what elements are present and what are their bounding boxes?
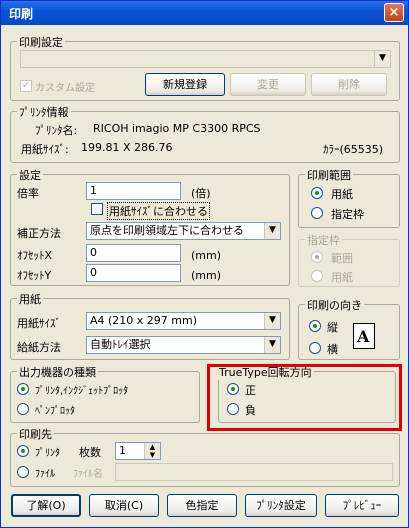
printer-settings-button[interactable]: ﾌﾟﾘﾝﾀ設定 [245, 494, 317, 517]
settings-label: 設定 [17, 167, 43, 183]
offset-y-label: ｵﾌｾｯﾄY [17, 269, 52, 282]
frame-group: 指定枠 範囲 用紙 [298, 232, 400, 287]
paper-size-select-label: 用紙ｻｲｽﾞ [17, 317, 61, 330]
ok-button[interactable]: 了解(O) [11, 494, 81, 517]
printer-info-label: ﾌﾟﾘﾝﾀ情報 [17, 104, 71, 120]
chevron-down-icon[interactable]: ▼ [264, 223, 280, 239]
color-button[interactable]: 色指定 [167, 494, 237, 517]
output-device-group: 出力機器の種類 ﾌﾟﾘﾝﾀ,ｲﾝｸｼﾞｪｯﾄﾌﾟﾛｯﾀ ﾍﾟﾝﾌﾟﾛｯﾀ [10, 364, 200, 423]
offset-y-input[interactable]: 0 [86, 264, 181, 282]
filename-label: ﾌｧｲﾙ名 [73, 469, 103, 480]
range-frame-radio[interactable] [311, 207, 323, 219]
pen-plotter-radio[interactable] [17, 403, 29, 415]
chevron-down-icon[interactable]: ▼ [264, 337, 280, 353]
paper-group: 用紙 用紙ｻｲｽﾞ A4 (210 x 297 mm) ▼ 給紙方法 自動ﾄﾚｲ… [10, 291, 290, 360]
frame-range-label: 範囲 [331, 252, 353, 265]
dest-printer-label: ﾌﾟﾘﾝﾀ [35, 448, 60, 459]
printer-name: RICOH imagio MP C3300 RPCS [93, 122, 261, 135]
offset-x-unit: (mm) [191, 249, 222, 262]
output-device-label: 出力機器の種類 [17, 364, 98, 380]
paper-feed-label: 給紙方法 [17, 341, 61, 354]
scale-label: 倍率 [17, 187, 39, 200]
print-settings-label: 印刷設定 [17, 34, 65, 50]
print-range-label: 印刷範囲 [305, 167, 353, 183]
close-icon[interactable]: × [384, 3, 404, 22]
fit-paper-label: 用紙ｻｲｽﾞに合わせる [107, 202, 210, 220]
delete-button[interactable]: 削除 [311, 73, 387, 96]
page-orientation-icon: A [353, 323, 375, 349]
scale-input[interactable]: 1 [86, 182, 181, 200]
portrait-radio[interactable] [309, 320, 321, 332]
portrait-label: 縦 [327, 321, 338, 334]
frame-range-radio[interactable] [311, 251, 323, 263]
copies-value: 1 [119, 444, 126, 457]
print-range-group: 印刷範囲 用紙 指定枠 [298, 167, 400, 228]
dest-file-radio[interactable] [17, 466, 29, 478]
frame-paper-label: 用紙 [331, 271, 353, 284]
copies-label: 枚数 [79, 446, 101, 459]
print-settings-group: 印刷設定 ▼ ✓ カスタム設定 新規登録 変更 削除 [10, 34, 400, 101]
offset-x-label: ｵﾌｾｯﾄX [17, 249, 53, 262]
change-button[interactable]: 変更 [230, 73, 306, 96]
landscape-label: 横 [327, 343, 338, 356]
pen-plotter-label: ﾍﾟﾝﾌﾟﾛｯﾀ [35, 406, 75, 417]
dest-file-label: ﾌｧｲﾙ [35, 469, 55, 480]
paper-size: 199.81 X 286.76 [81, 141, 173, 154]
frame-label: 指定枠 [305, 232, 342, 248]
paper-size-label: 用紙ｻｲｽﾞ: [21, 143, 69, 156]
correction-select[interactable]: 原点を印刷領域左下に合わせる ▼ [86, 222, 281, 240]
print-dialog: 印刷 × 印刷設定 ▼ ✓ カスタム設定 新規登録 変更 削除 ﾌﾟﾘﾝﾀ情報 … [0, 0, 409, 528]
paper-feed-select[interactable]: 自動ﾄﾚｲ選択 ▼ [86, 336, 281, 354]
correction-label: 補正方法 [17, 227, 61, 240]
inkjet-label: ﾌﾟﾘﾝﾀ,ｲﾝｸｼﾞｪｯﾄﾌﾟﾛｯﾀ [35, 386, 129, 397]
orientation-label: 印刷の向き [305, 297, 364, 313]
paper-group-label: 用紙 [17, 291, 43, 307]
copies-input[interactable]: 1 ▲ ▼ [115, 442, 161, 460]
printer-info-group: ﾌﾟﾘﾝﾀ情報 ﾌﾟﾘﾝﾀ名: RICOH imagio MP C3300 RP… [10, 104, 400, 163]
custom-settings-label: カスタム設定 [35, 83, 95, 94]
fit-paper-checkbox[interactable] [91, 203, 103, 215]
cancel-button[interactable]: 取消(C) [89, 494, 159, 517]
highlight-box [207, 364, 402, 431]
orientation-group: 印刷の向き 縦 横 A [298, 297, 400, 360]
destination-label: 印刷先 [17, 426, 54, 442]
landscape-radio[interactable] [309, 342, 321, 354]
paper-size-select[interactable]: A4 (210 x 297 mm) ▼ [86, 312, 281, 330]
offset-x-input[interactable]: 0 [86, 244, 181, 262]
destination-group: 印刷先 ﾌﾟﾘﾝﾀ 枚数 1 ▲ ▼ ﾌｧｲﾙ ﾌｧｲﾙ名 [10, 426, 400, 487]
title-bar[interactable]: 印刷 × [1, 1, 408, 25]
printer-name-label: ﾌﾟﾘﾝﾀ名: [35, 124, 78, 137]
custom-settings-checkbox[interactable]: ✓ [20, 80, 32, 92]
color-info: ｶﾗｰ(65535) [323, 143, 384, 156]
window-title: 印刷 [9, 7, 34, 21]
chevron-down-icon[interactable]: ▼ [264, 313, 280, 329]
preview-button[interactable]: ﾌﾟﾚﾋﾞｭｰ [325, 494, 399, 517]
spinner-icon[interactable]: ▲ ▼ [144, 443, 160, 459]
print-settings-select[interactable]: ▼ [20, 50, 391, 68]
scale-unit: (倍) [191, 187, 211, 200]
filename-input[interactable] [115, 463, 393, 481]
paper-size-value: A4 (210 x 297 mm) [90, 314, 198, 327]
range-frame-label: 指定枠 [331, 208, 364, 221]
range-paper-label: 用紙 [331, 188, 353, 201]
dest-printer-radio[interactable] [17, 445, 29, 457]
chevron-down-icon[interactable]: ▼ [374, 51, 390, 67]
correction-value: 原点を印刷領域左下に合わせる [90, 224, 244, 237]
offset-y-unit: (mm) [191, 269, 222, 282]
paper-feed-value: 自動ﾄﾚｲ選択 [90, 338, 151, 351]
register-button[interactable]: 新規登録 [145, 73, 225, 96]
settings-group: 設定 倍率 1 (倍) 用紙ｻｲｽﾞに合わせる 補正方法 原点を印刷領域左下に合… [10, 167, 290, 286]
frame-paper-radio[interactable] [311, 270, 323, 282]
inkjet-radio[interactable] [17, 383, 29, 395]
range-paper-radio[interactable] [311, 187, 323, 199]
